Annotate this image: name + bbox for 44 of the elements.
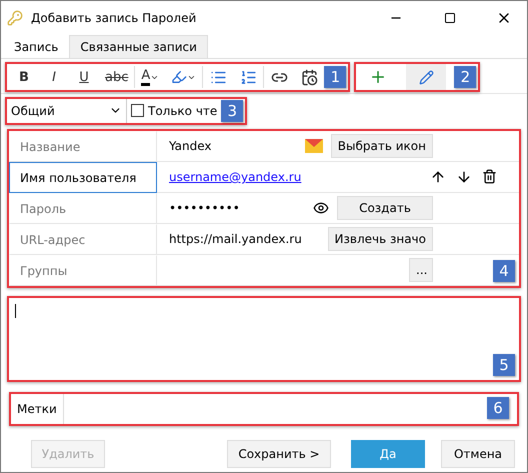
underline-button[interactable]: U xyxy=(69,64,99,90)
tags-field[interactable] xyxy=(62,394,517,424)
category-dropdown[interactable]: Общий xyxy=(7,98,127,122)
field-label[interactable]: Группы xyxy=(9,255,157,286)
field-label[interactable]: URL-адрес xyxy=(9,224,157,255)
edit-button[interactable] xyxy=(406,64,446,90)
field-label[interactable]: Название xyxy=(9,131,157,162)
trash-icon[interactable] xyxy=(482,169,497,184)
strikethrough-button[interactable]: abc xyxy=(99,64,134,90)
field-button[interactable]: ... xyxy=(409,258,433,282)
envelope-icon xyxy=(304,139,323,153)
read-only-checkbox[interactable] xyxy=(131,104,144,117)
checkbox-label: Только чте xyxy=(148,104,218,118)
calendar-clock-icon xyxy=(300,68,318,86)
italic-button[interactable]: I xyxy=(39,64,69,90)
password-value: •••••••••• xyxy=(169,201,241,215)
callout-badge: 4 xyxy=(493,260,515,282)
window-title: Добавить запись Паролей xyxy=(31,11,198,25)
key-icon xyxy=(7,10,23,26)
pencil-icon xyxy=(418,70,434,84)
tab[interactable]: Связанные записи xyxy=(69,35,208,58)
callout-badge: 3 xyxy=(221,100,244,122)
dialog-button[interactable]: Сохранить > xyxy=(227,440,331,468)
maximize-icon xyxy=(444,12,456,24)
username-link[interactable]: username@yandex.ru xyxy=(169,170,422,184)
field-button[interactable]: Выбрать икон xyxy=(330,134,433,158)
numbered-list-icon xyxy=(240,68,257,86)
callout-badge: 6 xyxy=(487,397,509,419)
notes-field[interactable]: 5 xyxy=(7,296,521,382)
eye-icon[interactable] xyxy=(313,200,329,216)
field-button[interactable]: Извлечь значо xyxy=(328,227,433,251)
callout-badge: 5 xyxy=(493,354,515,376)
dialog-button[interactable]: Отмена xyxy=(441,440,515,468)
field-button[interactable]: Создать xyxy=(337,196,433,220)
field-label[interactable]: Пароль xyxy=(9,193,157,224)
field-value: https://mail.yandex.ru xyxy=(169,232,303,246)
field-value: Yandex xyxy=(169,139,213,153)
callout-badge: 1 xyxy=(324,66,346,88)
highlighter-icon xyxy=(171,69,188,85)
tags-label: Метки xyxy=(16,402,58,416)
field-label[interactable]: Имя пользователя xyxy=(9,162,157,193)
bold-button[interactable]: B xyxy=(9,64,39,90)
font-color-button[interactable]: A xyxy=(135,64,166,90)
callout-badge: 2 xyxy=(454,66,476,88)
